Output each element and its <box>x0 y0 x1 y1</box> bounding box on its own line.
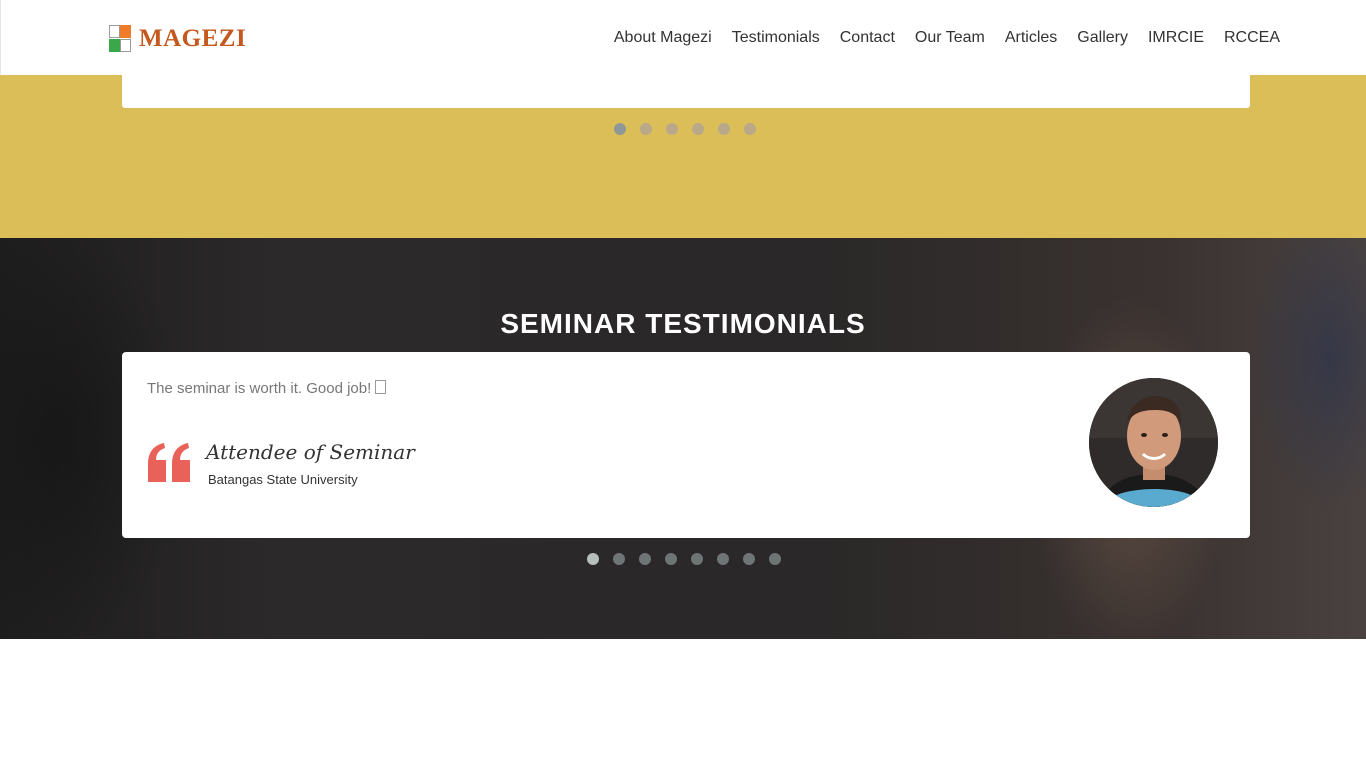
carousel-dot[interactable] <box>614 123 626 135</box>
top-carousel-card <box>122 75 1250 108</box>
nav-item-our-team[interactable]: Our Team <box>915 28 985 48</box>
testimonial-card: The seminar is worth it. Good job! Atten… <box>122 352 1250 538</box>
magezi-logo-icon <box>109 25 131 53</box>
carousel-dot[interactable] <box>665 553 677 565</box>
nav-item-gallery[interactable]: Gallery <box>1077 28 1128 48</box>
brand-name: MAGEZI <box>139 25 247 52</box>
carousel-dot[interactable] <box>666 123 678 135</box>
testimonial-author: Attendee of Seminar <box>206 440 415 464</box>
testimonial-organization: Batangas State University <box>208 472 358 487</box>
carousel-dot[interactable] <box>692 123 704 135</box>
carousel-dot[interactable] <box>691 553 703 565</box>
carousel-dot[interactable] <box>769 553 781 565</box>
carousel-dot[interactable] <box>717 553 729 565</box>
carousel-dot[interactable] <box>743 553 755 565</box>
nav-item-contact[interactable]: Contact <box>840 28 895 48</box>
emoji-placeholder-icon <box>375 380 387 394</box>
top-carousel-dots <box>614 123 756 135</box>
nav-item-imrcie[interactable]: IMRCIE <box>1148 28 1204 48</box>
carousel-dot[interactable] <box>640 123 652 135</box>
quote-icon <box>148 443 190 482</box>
top-carousel-section <box>0 75 1366 238</box>
carousel-dot[interactable] <box>744 123 756 135</box>
site-header: MAGEZI About Magezi Testimonials Contact… <box>0 0 1366 75</box>
nav-item-articles[interactable]: Articles <box>1005 28 1057 48</box>
brand-logo[interactable]: MAGEZI <box>109 24 246 54</box>
carousel-dot[interactable] <box>639 553 651 565</box>
carousel-dot[interactable] <box>718 123 730 135</box>
main-nav: About Magezi Testimonials Contact Our Te… <box>614 28 1280 48</box>
person-avatar-photo <box>1089 378 1218 507</box>
seminar-testimonials-section: SEMINAR TESTIMONIALS The seminar is wort… <box>0 238 1366 639</box>
nav-item-rccea[interactable]: RCCEA <box>1224 28 1280 48</box>
nav-item-testimonials[interactable]: Testimonials <box>732 28 820 48</box>
nav-item-about[interactable]: About Magezi <box>614 28 712 48</box>
testimonial-quote: The seminar is worth it. Good job! <box>147 380 387 397</box>
carousel-dot[interactable] <box>587 553 599 565</box>
carousel-dot[interactable] <box>613 553 625 565</box>
testimonial-carousel-dots <box>587 553 781 565</box>
section-title: SEMINAR TESTIMONIALS <box>500 308 866 339</box>
